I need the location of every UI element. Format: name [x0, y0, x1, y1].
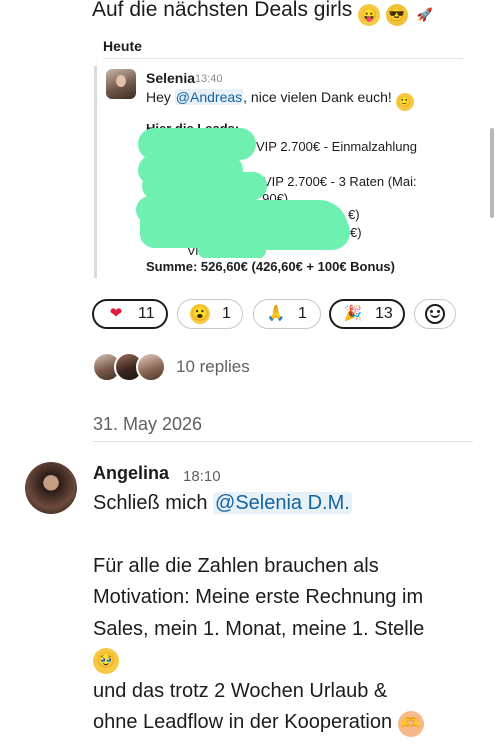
reaction-count: 1	[222, 305, 231, 322]
reaction-praying-hands[interactable]: 🙏 1	[253, 299, 321, 329]
quoted-message-text: Hey @Andreas, nice vielen Dank euch! 🙂	[146, 89, 414, 111]
message-author-name[interactable]: Angelina	[93, 463, 169, 484]
quote-date-header: Heute	[103, 38, 142, 54]
message-line: Für alle die Zahlen brauchen als	[93, 555, 379, 577]
quoted-text-end: , nice vielen Dank euch!	[243, 89, 396, 105]
sunglasses-face-emoji-icon: 😎	[386, 4, 408, 26]
lead-line-4: €)	[348, 207, 360, 222]
quote-divider	[103, 58, 463, 59]
mention-andreas[interactable]: @Andreas	[174, 89, 244, 105]
add-reaction-icon	[425, 304, 445, 324]
praying-hands-icon: 🙏	[266, 305, 286, 322]
surprised-face-icon: 😮	[190, 304, 210, 324]
reaction-surprised[interactable]: 😮 1	[177, 299, 243, 329]
message-line: 🥹	[93, 648, 119, 674]
previous-message-text: Auf die nächsten Deals girls 😛 😎 🚀	[92, 0, 436, 26]
scrollbar-thumb[interactable]	[490, 128, 494, 218]
reaction-count: 11	[138, 305, 155, 322]
message-text: Schließ mich	[93, 492, 214, 514]
heart-hands-emoji-icon: 🫶	[397, 711, 424, 737]
message-line: Sales, mein 1. Monat, meine 1. Stelle	[93, 618, 425, 640]
quoted-author-name[interactable]: Selenia	[146, 70, 195, 86]
quote-bar	[94, 66, 97, 278]
message-text: ohne Leadflow in der Kooperation	[93, 711, 393, 733]
lead-line-1: VIP 2.700€ - Einmalzahlung	[256, 139, 417, 154]
author-avatar[interactable]	[25, 462, 77, 514]
reaction-party-popper[interactable]: 🎉 13	[329, 299, 405, 329]
reaction-count: 1	[298, 305, 307, 322]
day-divider-label: 31. May 2026	[93, 414, 203, 434]
message-line: und das trotz 2 Wochen Urlaub &	[93, 680, 388, 702]
day-divider	[93, 441, 473, 442]
quoted-author-avatar[interactable]	[106, 69, 136, 99]
tongue-face-emoji-icon: 😛	[358, 4, 381, 26]
sum-line: Summe: 526,60€ (426,60€ + 100€ Bonus)	[146, 259, 395, 274]
quoted-text-start: Hey	[146, 89, 175, 105]
reaction-heart[interactable]: ❤ 11	[92, 299, 168, 329]
redaction-mark	[198, 244, 266, 258]
redaction-mark	[250, 214, 350, 250]
reply-avatar[interactable]	[136, 352, 166, 382]
message-line: Schließ mich @Selenia D.M.	[93, 492, 352, 515]
lead-line-2: - VIP 2.700€ - 3 Raten (Mai:	[255, 174, 417, 189]
message-time: 18:10	[183, 468, 221, 485]
reaction-count: 13	[375, 305, 393, 322]
previous-message-body: Auf die nächsten Deals girls	[92, 0, 353, 21]
thread-replies-link[interactable]: 10 replies	[176, 357, 250, 377]
message-line: Motivation: Meine erste Rechnung im	[93, 586, 424, 608]
party-popper-icon: 🎉	[343, 305, 363, 322]
lead-line-5: €)	[350, 225, 362, 240]
slight-smile-emoji-icon: 🙂	[395, 93, 414, 111]
rocket-emoji-icon: 🚀	[413, 4, 436, 26]
add-reaction-button[interactable]	[414, 299, 456, 329]
mention-selenia[interactable]: @Selenia D.M.	[213, 492, 352, 514]
quoted-message-time: 13:40	[195, 73, 223, 85]
heart-icon: ❤	[109, 305, 123, 322]
message-line: ohne Leadflow in der Kooperation 🫶	[93, 711, 424, 737]
pleading-face-emoji-icon: 🥹	[93, 648, 119, 674]
